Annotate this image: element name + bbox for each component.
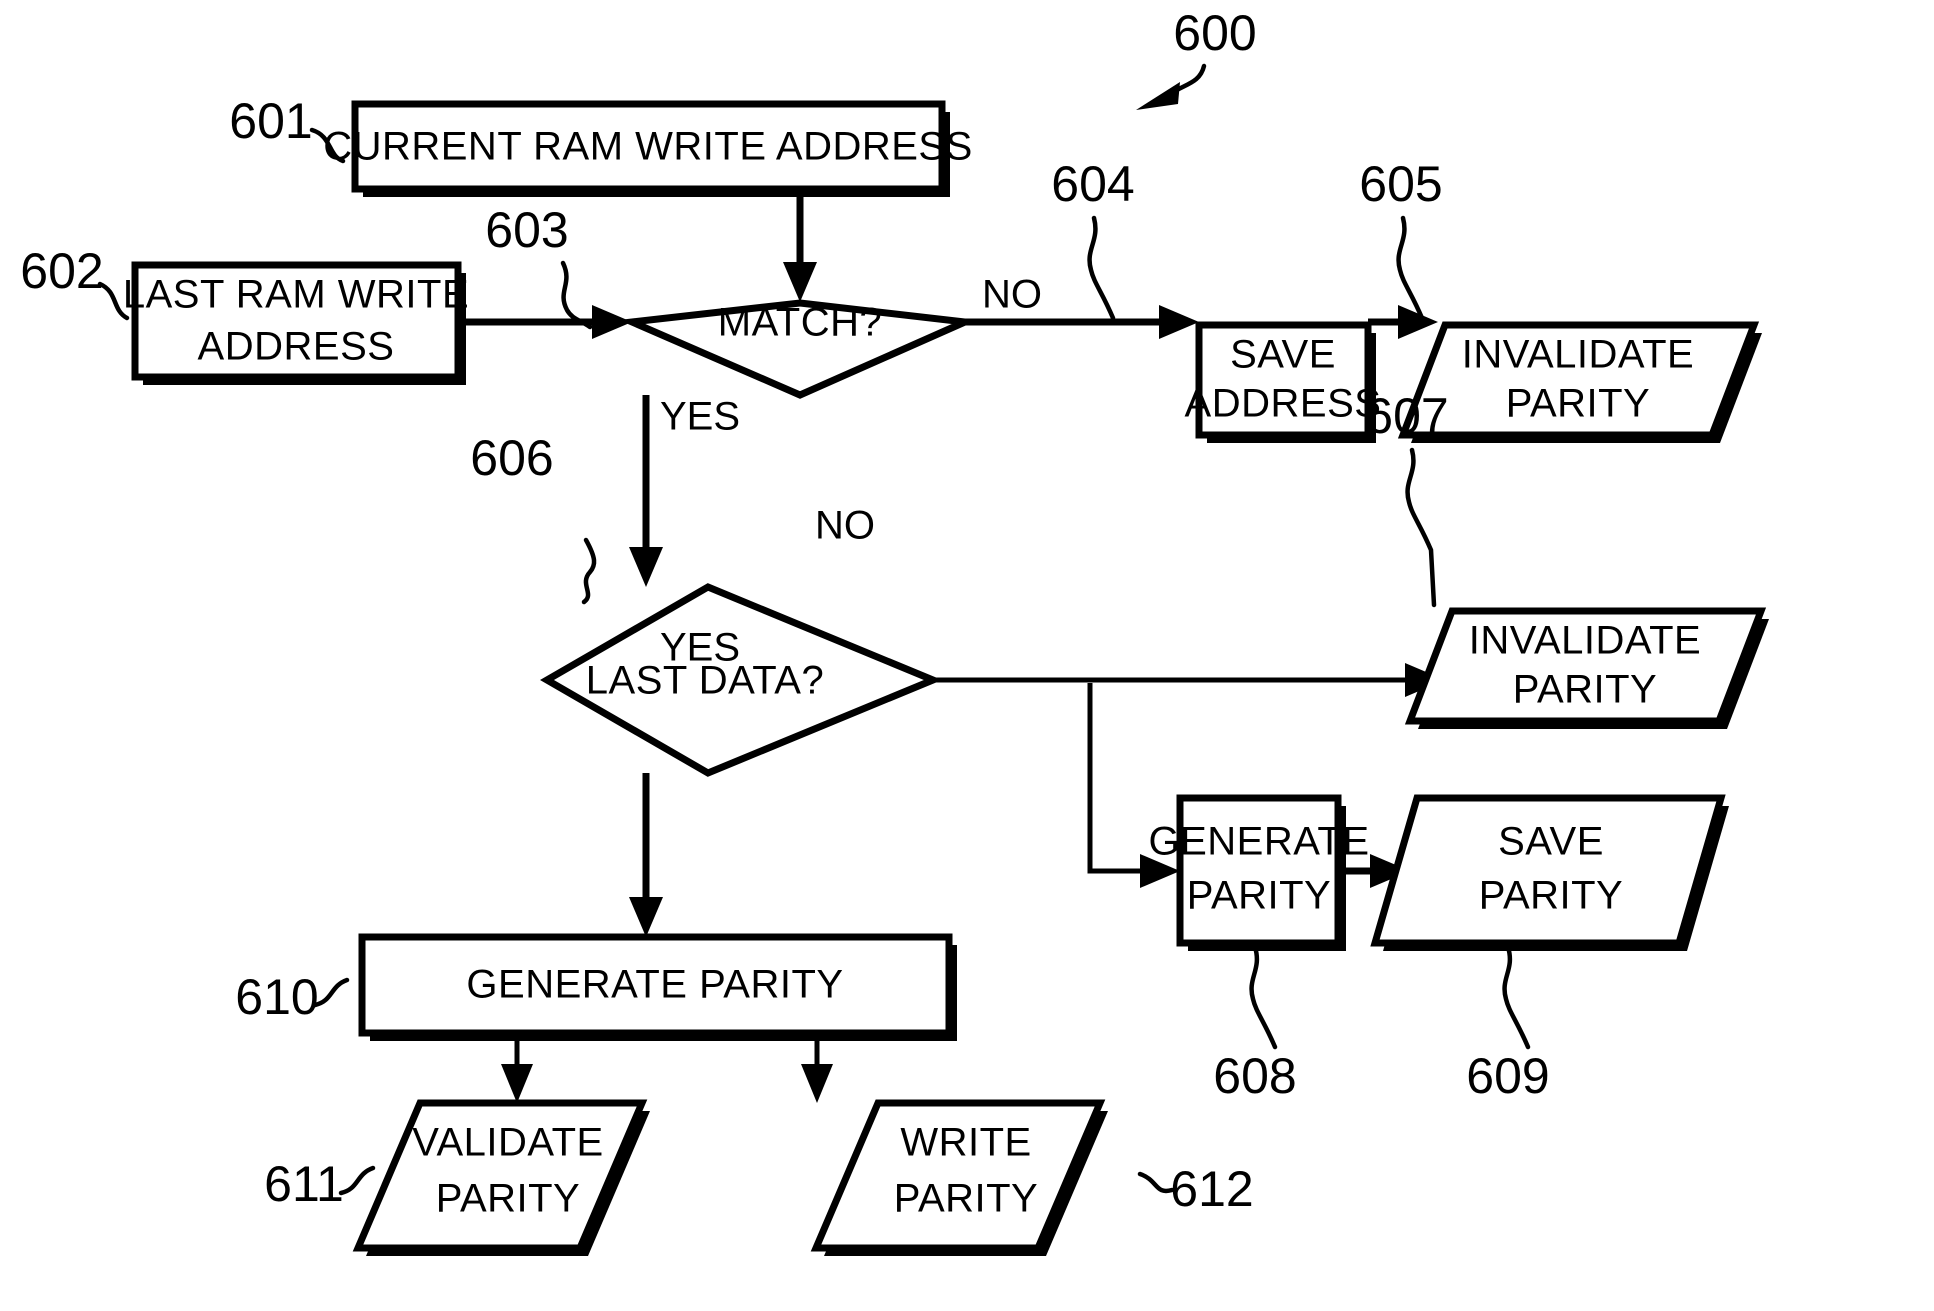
ref-606-callout: 606 [470,430,597,605]
branch-label-match-yes: YES [660,395,740,439]
node-603-match-decision[interactable]: MATCH? [618,299,979,399]
ref-number-611: 611 [264,1156,344,1212]
connector-602-to-603 [460,305,632,339]
connector-610-to-611 [501,1033,533,1103]
node-606-last-data-decision[interactable]: LAST DATA? [540,583,943,777]
ref-number-601: 601 [229,93,312,149]
connector-606-no-to-607 [933,663,1445,697]
node-601-current-ram-write-address[interactable]: CURRENT RAM WRITE ADDRESS [323,100,973,197]
node-611-validate-parity[interactable]: VALIDATE PARITY [352,1099,650,1256]
ref-600-callout: 600 [1136,5,1257,110]
ref-number-603: 603 [485,202,568,258]
node-607-label-line-2: PARITY [1513,668,1658,712]
node-607-invalidate-parity[interactable]: INVALIDATE PARITY [1404,607,1769,729]
node-611-label-line-2: PARITY [436,1177,581,1221]
node-608-label-line-1: GENERATE [1148,820,1369,864]
ref-607-callout: 607 [1365,388,1449,608]
node-610-generate-parity[interactable]: GENERATE PARITY [358,933,957,1041]
node-612-write-parity[interactable]: WRITE PARITY [810,1099,1108,1256]
node-609-save-parity[interactable]: SAVE PARITY [1370,794,1729,951]
node-604-label-line-1: SAVE [1230,333,1336,377]
ref-number-600: 600 [1173,5,1256,61]
node-604-save-address[interactable]: SAVE ADDRESS [1185,321,1382,443]
node-602-label-line-1: LAST RAM WRITE [123,273,469,317]
ref-number-610: 610 [235,969,318,1025]
node-601-label-line-1: CURRENT RAM WRITE ADDRESS [323,125,973,169]
connector-604-to-605 [1368,305,1438,339]
flowchart-svg: CURRENT RAM WRITE ADDRESS LAST RAM WRITE… [20,5,1769,1256]
node-605-label-line-1: INVALIDATE [1462,333,1694,377]
patent-figure-canvas: CURRENT RAM WRITE ADDRESS LAST RAM WRITE… [0,0,1934,1311]
branch-label-lastdata-no: NO [815,504,875,548]
node-607-label-line-1: INVALIDATE [1469,619,1701,663]
node-604-label-line-2: ADDRESS [1185,382,1382,426]
ref-number-608-display: 608 [1213,1048,1296,1104]
node-605-label-line-2: PARITY [1506,382,1651,426]
ref-602-callout: 602 [20,243,130,321]
ref-604-callout: 604 [1051,156,1135,321]
node-605-invalidate-parity[interactable]: INVALIDATE PARITY [1397,321,1762,443]
connector-603-yes-to-606 [629,395,663,587]
ref-609-callout [1502,944,1531,1050]
connector-601-to-603 [783,190,817,302]
ref-611-callout: 611 [264,1156,376,1212]
ref-605-callout: 605 [1359,156,1443,321]
node-602-label-line-2: ADDRESS [198,325,395,369]
ref-number-609-display: 609 [1466,1048,1549,1104]
node-612-label-line-2: PARITY [894,1177,1039,1221]
ref-number-604: 604 [1051,156,1134,212]
ref-number-605: 605 [1359,156,1442,212]
branch-label-lastdata-yes: YES [660,626,740,670]
node-609-label-line-2: PARITY [1479,874,1624,918]
connector-606-yes-to-610 [629,773,663,937]
ref-603-callout: 603 [485,202,593,330]
ref-number-602: 602 [20,243,103,299]
node-608-label-line-2: PARITY [1187,874,1332,918]
node-609-label-line-1: SAVE [1498,820,1604,864]
ref-number-612: 612 [1170,1161,1253,1217]
node-611-label-line-1: VALIDATE [412,1121,603,1165]
node-602-last-ram-write-address[interactable]: LAST RAM WRITE ADDRESS [123,261,469,385]
ref-610-callout: 610 [235,969,350,1025]
node-612-label-line-1: WRITE [900,1121,1031,1165]
ref-number-607: 607 [1365,388,1448,444]
node-603-label-line-1: MATCH? [718,301,882,345]
ref-number-606: 606 [470,430,553,486]
node-610-label-line-1: GENERATE PARITY [466,963,843,1007]
ref-612-callout: 612 [1137,1161,1254,1217]
connector-610-to-612 [801,1033,833,1103]
branch-label-match-no: NO [982,273,1042,317]
node-608-generate-parity[interactable]: GENERATE PARITY [1148,794,1369,951]
